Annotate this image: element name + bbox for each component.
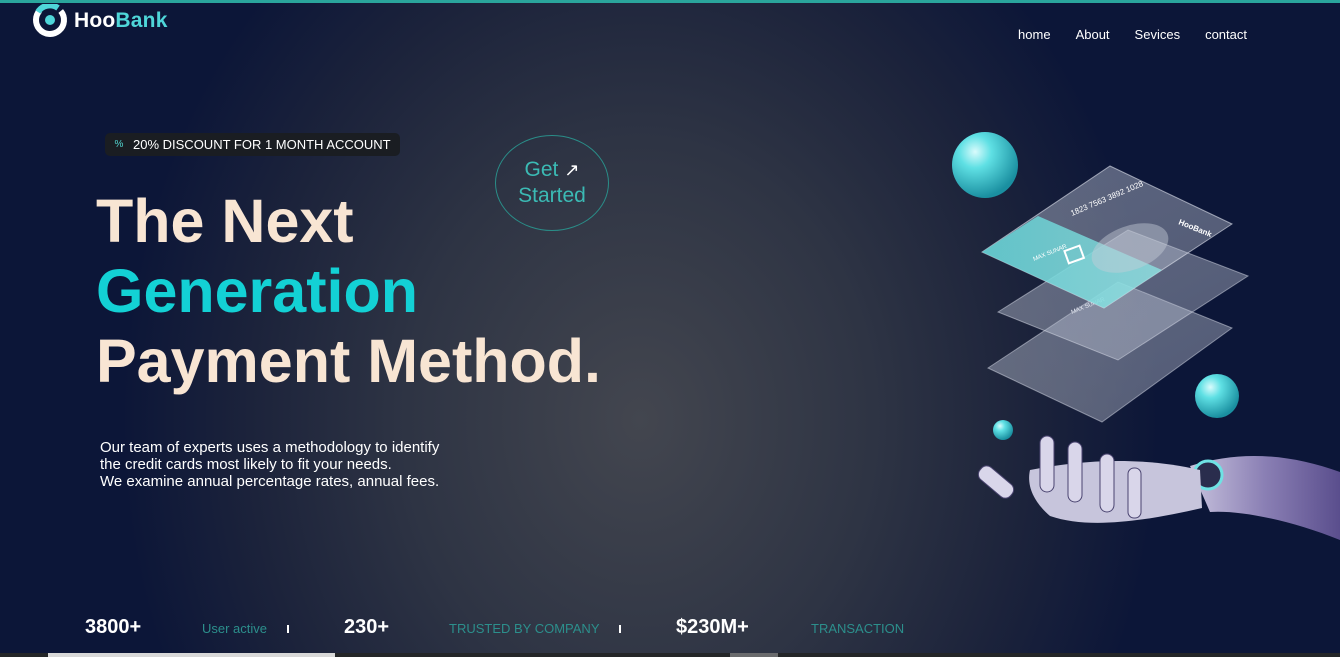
stat-transaction-value: $230M+ [676,616,749,638]
arrow-up-right-icon: ↗ [564,160,580,180]
hero-headline: The Next Generation Payment Method. [96,186,601,396]
top-accent-line [0,0,1340,3]
nav-about[interactable]: About [1076,27,1110,42]
stat-transaction-label: TRANSACTION [811,621,905,636]
nav-services[interactable]: Sevices [1135,27,1181,42]
sphere-small [993,420,1013,440]
description-line2: the credit cards most likely to fit your… [100,456,392,473]
discount-badge: % 20% DISCOUNT FOR 1 MONTH ACCOUNT [105,133,400,156]
nav-contact[interactable]: contact [1205,27,1247,42]
hero-description: Our team of experts uses a methodology t… [100,439,439,490]
sphere-medium [1195,374,1239,418]
sphere-large [952,132,1018,198]
stat-users-label: User active [202,621,268,636]
stat-divider [619,625,621,633]
get-started-line1: Get [524,158,559,181]
headline-line3: Payment Method. [96,327,602,395]
brand-name: HooBank [74,9,168,33]
brand-name-part2: Bank [115,9,168,32]
description-line3: We examine annual percentage rates, annu… [100,473,440,490]
robot-palm [1029,460,1202,523]
discount-text: 20% DISCOUNT FOR 1 MONTH ACCOUNT [133,137,391,152]
stat-users-value: 3800+ [85,616,142,638]
stat-companies-label: TRUSTED BY COMPANY [449,621,600,636]
scrollbar-thumb[interactable] [48,653,335,657]
headline-line1: The Next [96,187,354,255]
description-line1: Our team of experts uses a methodology t… [100,439,440,456]
nav-home[interactable]: home [1018,27,1051,42]
stats-bar: 3800+ User active 230+ TRUSTED BY COMPAN… [0,614,1340,644]
hoobank-logo-icon [32,2,70,38]
scrollbar-segment [730,653,778,657]
brand-name-part1: Hoo [74,9,116,32]
horizontal-scrollbar[interactable] [0,653,1340,657]
headline-line2: Generation [96,257,419,325]
hero-illustration: MAX SUNAR 1823 7563 3892 1028 MAX SUNAR … [940,120,1340,560]
main-nav: home About Sevices contact [1018,27,1247,42]
brand-logo[interactable]: HooBank [32,2,168,38]
stat-companies-value: 230+ [344,616,390,638]
discount-icon: % [114,139,124,150]
stat-divider [287,625,289,633]
